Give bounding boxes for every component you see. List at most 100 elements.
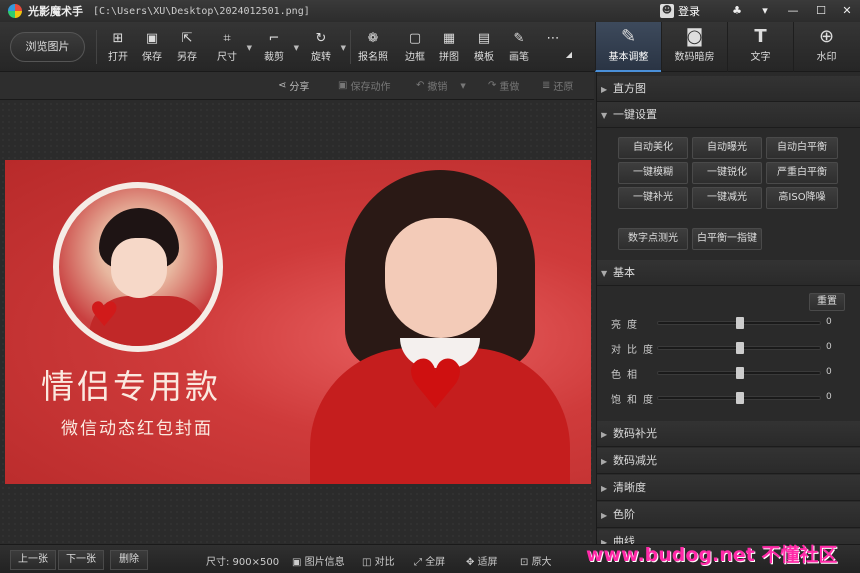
high-iso-denoise-button[interactable]: 高ISO降噪 <box>766 187 838 209</box>
next-image-button[interactable]: 下一张 <box>58 550 104 570</box>
more-tools-button[interactable]: ⋯ <box>536 30 570 48</box>
tab-watermark-label: 水印 <box>816 52 837 63</box>
saturation-slider-thumb[interactable] <box>736 392 744 404</box>
compare-button[interactable]: ◫ 对比 <box>362 553 395 568</box>
delete-button[interactable]: 删除 <box>110 550 148 570</box>
tab-watermark[interactable]: ⊕ 水印 <box>793 22 859 72</box>
prev-image-button[interactable]: 上一张 <box>10 550 56 570</box>
chevron-down-icon: ▼ <box>601 269 608 278</box>
brightness-slider-thumb[interactable] <box>736 317 744 329</box>
auto-white-balance-button[interactable]: 自动白平衡 <box>766 137 838 159</box>
section-one-click-label: 一键设置 <box>613 108 657 121</box>
open-button[interactable]: ⊞ 打开 <box>101 30 135 63</box>
tab-digital-darkroom[interactable]: ◙ 数码暗房 <box>661 22 727 72</box>
toolbar-divider <box>350 30 351 64</box>
rotate-button[interactable]: ↻ 旋转 ▼ <box>304 30 346 63</box>
redo-button[interactable]: ↷ 重做 <box>488 78 519 93</box>
one-click-sharpen-button[interactable]: 一键锐化 <box>692 162 762 184</box>
template-icon: ▤ <box>477 31 491 46</box>
image-info-label: 图片信息 <box>304 557 345 568</box>
hue-slider-thumb[interactable] <box>736 367 744 379</box>
tab-text[interactable]: T 文字 <box>727 22 793 72</box>
maximize-button[interactable]: ☐ <box>810 2 832 20</box>
auto-beautify-button[interactable]: 自动美化 <box>618 137 688 159</box>
section-basic[interactable]: ▼ 基本 <box>597 260 860 286</box>
section-histogram[interactable]: ▶ 直方图 <box>597 76 860 102</box>
image-canvas[interactable]: ♥ 情侣专用款 微信动态红包封面 ♥ <box>0 101 594 544</box>
id-photo-label: 报名照 <box>358 52 388 63</box>
crop-dropdown-icon[interactable]: ▼ <box>294 44 299 52</box>
fullscreen-button[interactable]: ⤢ 全屏 <box>414 553 445 568</box>
brush-button[interactable]: ✎ 画笔 <box>502 30 536 63</box>
section-one-click[interactable]: ▼ 一键设置 <box>597 102 860 128</box>
contrast-slider-thumb[interactable] <box>736 342 744 354</box>
undo-button[interactable]: ↶ 撤销 ▼ <box>416 78 466 93</box>
image-info-button[interactable]: ▣ 图片信息 <box>292 553 345 568</box>
chevron-right-icon: ▶ <box>601 511 608 520</box>
save-as-button[interactable]: ⇱ 另存 <box>170 30 204 63</box>
one-click-fill-light-button[interactable]: 一键补光 <box>618 187 688 209</box>
collage-button[interactable]: ▦ 拼图 <box>432 30 466 63</box>
menu-icon[interactable]: ▾ <box>754 2 776 20</box>
fullscreen-label: 全屏 <box>425 557 446 568</box>
info-icon: ▣ <box>292 557 305 568</box>
auto-exposure-button[interactable]: 自动曝光 <box>692 137 762 159</box>
fit-screen-button[interactable]: ✥ 适屏 <box>466 553 498 568</box>
app-title: 光影魔术手 <box>28 5 83 18</box>
saturation-slider[interactable] <box>657 392 821 404</box>
chevron-down-icon: ▼ <box>601 111 608 120</box>
restore-label: 还原 <box>553 82 574 93</box>
rotate-icon: ↻ <box>315 31 327 46</box>
expand-toolbar-icon[interactable]: ◢ <box>552 50 586 59</box>
tab-basic-adjust[interactable]: ✎ 基本调整 <box>595 22 661 72</box>
watermark-icon: ⊕ <box>818 26 835 47</box>
crop-button[interactable]: ⌐ 裁剪 ▼ <box>257 30 299 63</box>
border-button[interactable]: ▢ 边框 <box>398 30 432 63</box>
section-clarity[interactable]: ▶ 清晰度 <box>597 475 860 501</box>
original-size-button[interactable]: ⊡ 原大 <box>520 553 552 568</box>
image-size: 尺寸: 900×500 <box>206 557 280 568</box>
one-click-reduce-light-button[interactable]: 一键减光 <box>692 187 762 209</box>
section-levels[interactable]: ▶ 色阶 <box>597 502 860 528</box>
save-label: 保存 <box>142 52 162 63</box>
save-button[interactable]: ▣ 保存 <box>135 30 169 63</box>
boy-figure-face <box>111 238 167 298</box>
severe-white-balance-button[interactable]: 严重白平衡 <box>766 162 838 184</box>
id-photo-button[interactable]: ❁ 报名照 <box>356 30 390 63</box>
open-label: 打开 <box>108 52 128 63</box>
rotate-dropdown-icon[interactable]: ▼ <box>341 44 346 52</box>
chevron-right-icon: ▶ <box>601 85 608 94</box>
minimize-button[interactable]: — <box>782 2 804 20</box>
template-button[interactable]: ▤ 模板 <box>467 30 501 63</box>
share-button[interactable]: ⋖ 分享 <box>278 78 309 93</box>
restore-button[interactable]: ≣ 还原 <box>542 78 573 93</box>
section-levels-label: 色阶 <box>613 508 635 521</box>
section-digital-reduce-light-label: 数码减光 <box>613 454 657 467</box>
brightness-value: 0 <box>826 317 832 327</box>
reset-button[interactable]: 重置 <box>809 293 845 311</box>
one-click-blur-button[interactable]: 一键模糊 <box>618 162 688 184</box>
hue-value: 0 <box>826 367 832 377</box>
heart-icon: ♥ <box>405 346 466 425</box>
template-label: 模板 <box>474 52 494 63</box>
contrast-slider[interactable] <box>657 342 821 354</box>
save-as-icon: ⇱ <box>181 31 193 46</box>
save-action-button[interactable]: ▣ 保存动作 <box>338 78 390 93</box>
spot-metering-button[interactable]: 数字点测光 <box>618 228 688 250</box>
section-digital-fill-light-label: 数码补光 <box>613 427 657 440</box>
undo-dropdown-icon[interactable]: ▼ <box>460 82 465 90</box>
white-balance-picker-button[interactable]: 白平衡一指键 <box>692 228 762 250</box>
resize-button[interactable]: ⌗ 尺寸 ▼ <box>210 30 252 63</box>
restore-icon: ≣ <box>542 80 551 91</box>
hue-slider[interactable] <box>657 367 821 379</box>
login-button[interactable]: ☻ 登录 <box>660 3 700 19</box>
close-button[interactable]: ✕ <box>836 2 858 20</box>
brightness-slider[interactable] <box>657 317 821 329</box>
section-digital-fill-light[interactable]: ▶ 数码补光 <box>597 421 860 447</box>
brush-label: 画笔 <box>509 52 529 63</box>
skin-icon[interactable]: ♣ <box>726 2 748 20</box>
resize-dropdown-icon[interactable]: ▼ <box>247 44 252 52</box>
browse-images-button[interactable]: 浏览图片 <box>10 32 85 62</box>
section-digital-reduce-light[interactable]: ▶ 数码减光 <box>597 448 860 474</box>
heart-icon: ♥ <box>89 295 120 335</box>
